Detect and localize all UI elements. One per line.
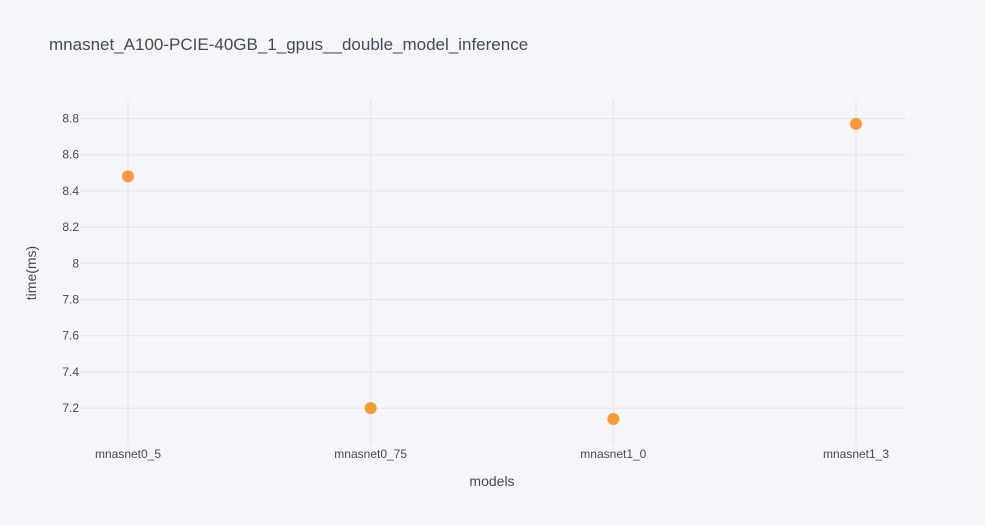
- chart-title: mnasnet_A100-PCIE-40GB_1_gpus__double_mo…: [49, 35, 528, 54]
- data-point[interactable]: [364, 402, 377, 415]
- y-tick-label: 8: [72, 256, 79, 270]
- data-point[interactable]: [850, 117, 862, 130]
- y-tick-label: 8.8: [62, 112, 79, 126]
- data-point[interactable]: [607, 412, 620, 425]
- y-axis-label: time(ms): [23, 246, 39, 300]
- y-tick-label: 7.2: [62, 401, 79, 415]
- chart-container: mnasnet0_5 mnasnet0_75 mnasnet1_0 mnasnet1_…: [0, 0, 985, 525]
- x-axis-label: models: [469, 473, 514, 489]
- y-tick-label: 8.2: [62, 220, 79, 234]
- x-tick-label: mnasnet1_0: [580, 447, 646, 461]
- y-tick-label: 7.6: [62, 329, 79, 343]
- x-tick-label: mnasnet1_3: [823, 447, 889, 461]
- x-tick-label: mnasnet0_5: [95, 447, 161, 461]
- y-tick-label: 7.4: [62, 365, 79, 379]
- data-point[interactable]: [122, 170, 134, 183]
- y-tick-label: 8.4: [62, 184, 79, 198]
- x-tick-label: mnasnet0_75: [334, 447, 407, 461]
- y-tick-label: 7.8: [62, 293, 79, 307]
- y-tick-label: 8.6: [62, 148, 79, 162]
- scatter-chart: mnasnet0_5 mnasnet0_75 mnasnet1_0 mnasnet1_…: [0, 0, 985, 525]
